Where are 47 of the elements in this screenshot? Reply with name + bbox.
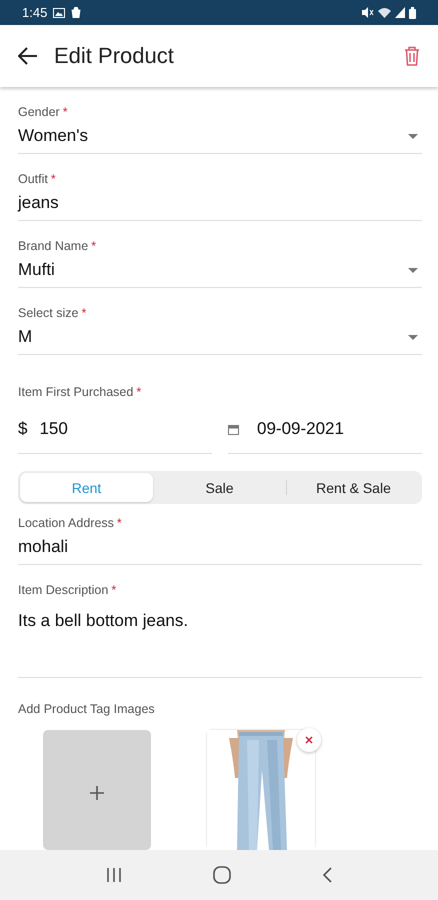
date-field[interactable]: 09-09-2021 xyxy=(228,405,422,454)
dropdown-field[interactable]: Gender * Women's xyxy=(18,87,422,154)
field-value: Women's xyxy=(18,126,88,146)
calendar-icon xyxy=(228,424,239,434)
remove-image-button[interactable] xyxy=(297,728,321,752)
battery-icon xyxy=(409,6,416,18)
field-label: Brand Name * xyxy=(18,239,98,253)
input-field[interactable]: Outfit * jeans xyxy=(18,154,422,221)
dropdown-field[interactable]: Brand Name * Mufti xyxy=(18,221,422,288)
input-field[interactable]: Location Address * mohali xyxy=(18,504,422,566)
plus-icon xyxy=(90,786,104,800)
dropdown-arrow-icon[interactable] xyxy=(408,134,418,138)
field-label: Select size * xyxy=(18,306,88,320)
close-icon xyxy=(305,736,313,744)
screen-title: Edit Product xyxy=(54,43,174,69)
bag-icon xyxy=(71,7,82,18)
dropdown-arrow-icon[interactable] xyxy=(408,268,418,272)
field-value: mohali xyxy=(18,537,68,558)
field-value: 09-09-2021 xyxy=(257,419,344,439)
home-icon[interactable] xyxy=(212,866,231,884)
section-label: Add Product Tag Images xyxy=(18,702,155,716)
wifi-icon xyxy=(378,7,391,18)
field-label: Outfit * xyxy=(18,172,57,186)
back-arrow-icon[interactable] xyxy=(18,47,38,65)
recent-apps-icon[interactable] xyxy=(106,868,122,882)
price-field[interactable]: $ 150 xyxy=(18,405,212,454)
back-icon[interactable] xyxy=(322,867,332,883)
mute-icon xyxy=(362,7,374,18)
signal-icon xyxy=(395,7,405,18)
segment-tab[interactable]: Rent & Sale xyxy=(287,473,420,502)
field-value: M xyxy=(18,327,32,347)
trash-icon[interactable] xyxy=(404,46,420,66)
field-label: Location Address * xyxy=(18,516,123,530)
text-area[interactable]: Item Description * Its a bell bottom jeans. xyxy=(18,565,422,678)
status-time: 1:45 xyxy=(22,5,48,20)
field-label: Item First Purchased * xyxy=(18,385,142,399)
field-value: jeans xyxy=(18,193,59,213)
field-value: 150 xyxy=(39,419,68,439)
currency-symbol: $ xyxy=(18,419,28,439)
gallery-icon xyxy=(53,8,66,18)
field-label: Gender * xyxy=(18,105,69,119)
segment-tab[interactable]: Sale xyxy=(153,473,286,502)
field-value: Mufti xyxy=(18,260,55,280)
field-label: Item Description * xyxy=(18,583,118,598)
dropdown-arrow-icon[interactable] xyxy=(408,334,418,340)
field-value: Its a bell bottom jeans. xyxy=(18,611,190,632)
dropdown-field[interactable]: Select size * M xyxy=(18,288,422,355)
